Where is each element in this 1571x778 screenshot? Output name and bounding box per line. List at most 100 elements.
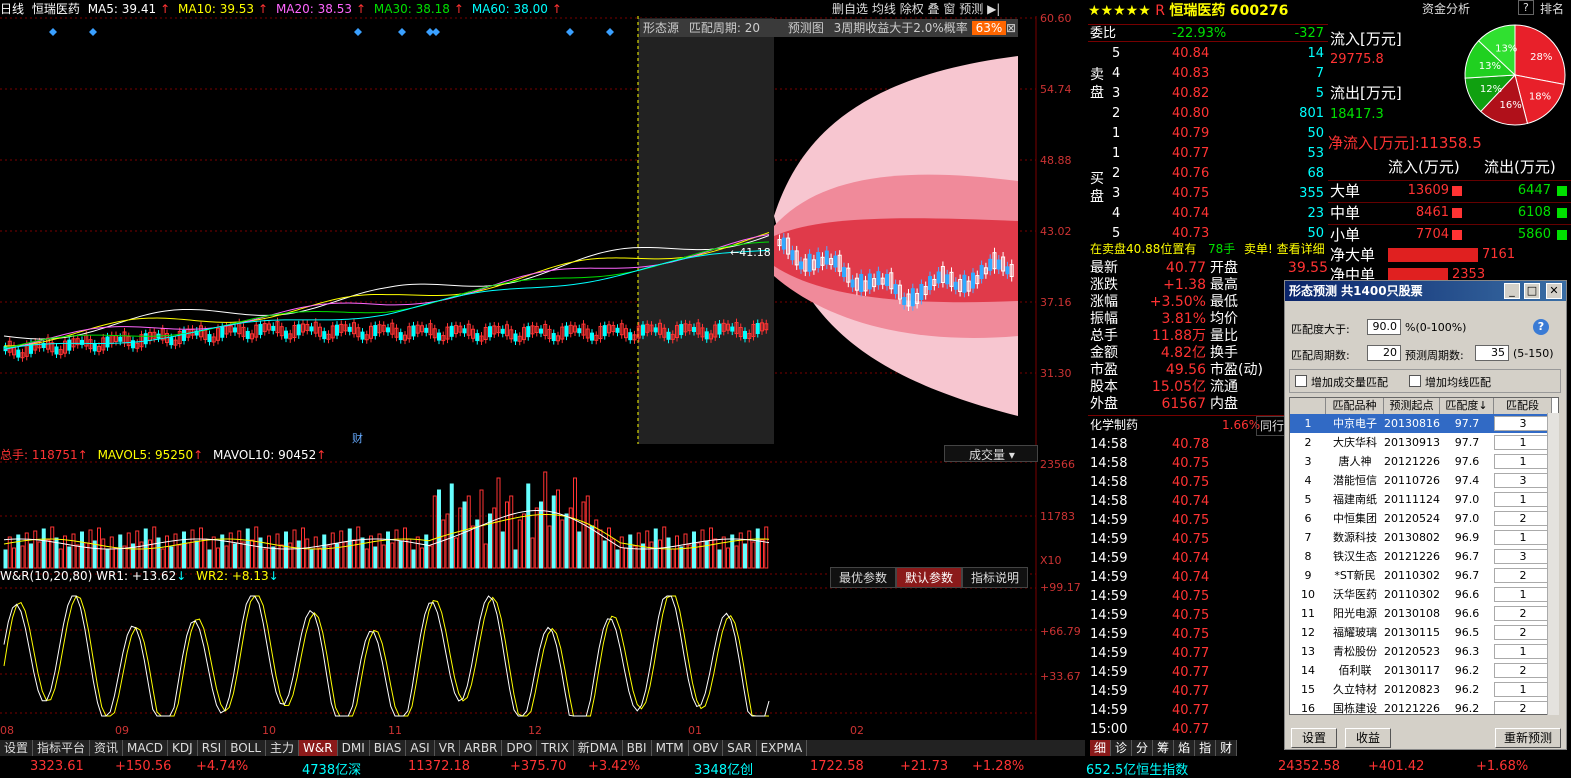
volume-match-checkbox[interactable] [1295,375,1307,387]
match-row[interactable]: 16 国栋建设 20121226 96.2 2 [1290,699,1558,714]
default-param-button[interactable]: 默认参数 [896,567,963,588]
indicator-tab[interactable]: DMI [338,740,370,756]
indicator-tab[interactable]: SAR [723,740,757,756]
volume-bar [203,538,208,569]
indicator-tab[interactable]: TRIX [537,740,574,756]
detail-tab[interactable]: 诊 [1111,740,1133,756]
indicator-tab[interactable]: BIAS [370,740,407,756]
menu-forecast[interactable]: 预测 [959,2,983,16]
volume-bar [683,533,688,569]
minimize-icon[interactable]: _ [1504,283,1520,299]
detail-tab[interactable]: 指 [1195,740,1217,756]
indicator-tab[interactable]: EXPMA [757,740,808,756]
status-value: 1722.58 [810,759,864,774]
indicator-tab[interactable]: RSI [198,740,227,756]
candle-body [679,324,684,336]
match-row[interactable]: 4 潜能恒信 20110726 97.4 3 [1290,471,1558,490]
indicator-tab[interactable]: VR [435,740,461,756]
menu-overlay[interactable]: 叠 [928,2,940,16]
setup-button[interactable]: 设置 [1291,728,1337,748]
indicator-tab[interactable]: 新DMA [574,740,623,756]
match-row[interactable]: 5 福建南纸 20111124 97.0 1 [1290,490,1558,509]
candle-body [258,323,263,335]
detail-tab[interactable]: 细 [1090,740,1112,756]
volume-selector[interactable]: 成交量 ▾ [944,445,1038,462]
indicator-tab[interactable]: DPO [502,740,538,756]
match-row[interactable]: 15 久立特材 20120823 96.2 1 [1290,680,1558,699]
match-row[interactable]: 7 数源科技 20130802 96.9 1 [1290,528,1558,547]
volume-bar [743,543,747,569]
indicator-tab[interactable]: 主力 [266,740,300,756]
volume-bar [190,529,195,569]
notice-link[interactable]: 卖单! 查看详细 [1244,240,1325,258]
best-param-button[interactable]: 最优参数 [830,567,897,588]
match-row[interactable]: 3 唐人神 20121226 97.6 1 [1290,452,1558,471]
reforecast-button[interactable]: 重新预测 [1495,728,1561,748]
indicator-tab[interactable]: BBI [623,740,652,756]
indicator-tab[interactable]: KDJ [168,740,198,756]
detail-tab[interactable]: 财 [1216,740,1238,756]
forecast-period-input[interactable]: 35 [1475,345,1509,361]
notice-row[interactable]: 在卖盘40.88位置有 78手 卖单! 查看详细 [1088,240,1328,258]
maximize-icon[interactable]: □ [1524,283,1540,299]
table-header[interactable]: 预测起点 [1384,398,1440,414]
volume-bar [241,541,246,569]
candle-body [207,334,212,343]
candle-body [322,331,327,340]
volume-bar [118,534,123,569]
play-icon[interactable]: ▶| [987,2,1000,16]
volume-bar [628,534,633,569]
indicator-tab[interactable]: 设置 [0,740,34,756]
ma-match-checkbox[interactable] [1409,375,1421,387]
menu-del-fav[interactable]: 删自选 [832,2,868,16]
indicator-tab[interactable]: ASI [406,740,435,756]
match-period-input[interactable]: 20 [1367,345,1401,361]
menu-window[interactable]: 窗 [943,2,955,16]
match-row[interactable]: 2 大庆华科 20130913 97.7 1 [1290,433,1558,452]
help-button[interactable]: ? [1518,0,1534,15]
table-header[interactable]: 匹配品种 [1326,398,1384,414]
volume-bar [709,527,713,569]
volume-bar [505,501,509,569]
volume-total: 总手: 118751 [0,448,78,462]
match-row[interactable]: 6 中恒集团 20120524 97.0 2 [1290,509,1558,528]
match-row[interactable]: 13 青松股份 20120523 96.3 1 [1290,642,1558,661]
pattern-source-region [638,18,774,444]
match-row[interactable]: 8 铁汉生态 20121226 96.7 3 [1290,547,1558,566]
close-icon[interactable]: ⊠ [1006,19,1016,37]
indicator-tab[interactable]: 指标平台 [33,740,91,756]
match-row[interactable]: 1 中京电子 20130816 97.7 3 [1290,414,1558,433]
match-row[interactable]: 9 *ST新民 20110302 96.7 2 [1290,566,1558,585]
match-row[interactable]: 12 福耀玻璃 20130115 96.5 2 [1290,623,1558,642]
table-header[interactable]: 匹配段 [1494,398,1552,414]
pie-label: 16% [1500,100,1522,111]
forecast-candle [885,273,889,286]
match-row[interactable]: 10 沃华医药 20110302 96.6 1 [1290,585,1558,604]
table-header[interactable]: 匹配度↓ [1440,398,1494,414]
indicator-tab[interactable]: BOLL [226,740,267,756]
indicator-tab[interactable]: ARBR [460,740,503,756]
indicator-tab[interactable]: 资讯 [90,740,124,756]
indicator-help-button[interactable]: 指标说明 [962,567,1029,588]
indicator-tab[interactable]: MTM [652,740,689,756]
detail-tab[interactable]: 筹 [1153,740,1175,756]
forecast-candle [799,261,803,270]
detail-tab[interactable]: 焰 [1174,740,1196,756]
match-threshold-input[interactable]: 90.0 [1367,319,1401,335]
indicator-tab[interactable]: OBV [689,740,724,756]
menu-xr[interactable]: 除权 [900,2,924,16]
price-axis-1: 60.60 [1040,12,1072,25]
weibi-row: 委比 -22.93% -327 [1088,24,1328,42]
menu-ma[interactable]: 均线 [872,2,896,16]
dialog-close-icon[interactable]: ✕ [1546,283,1562,299]
detail-tab[interactable]: 分 [1132,740,1154,756]
table-header[interactable] [1290,398,1326,414]
indicator-tab[interactable]: MACD [123,740,169,756]
match-row[interactable]: 14 佰利联 20130117 96.2 2 [1290,661,1558,680]
gain-button[interactable]: 收益 [1345,728,1391,748]
match-row[interactable]: 11 阳光电源 20130108 96.6 2 [1290,604,1558,623]
help-icon[interactable]: ? [1533,319,1549,335]
rank-button[interactable]: 排名 [1540,0,1564,17]
table-scrollbar[interactable] [1547,413,1559,715]
indicator-tab[interactable]: W&R [299,740,338,756]
